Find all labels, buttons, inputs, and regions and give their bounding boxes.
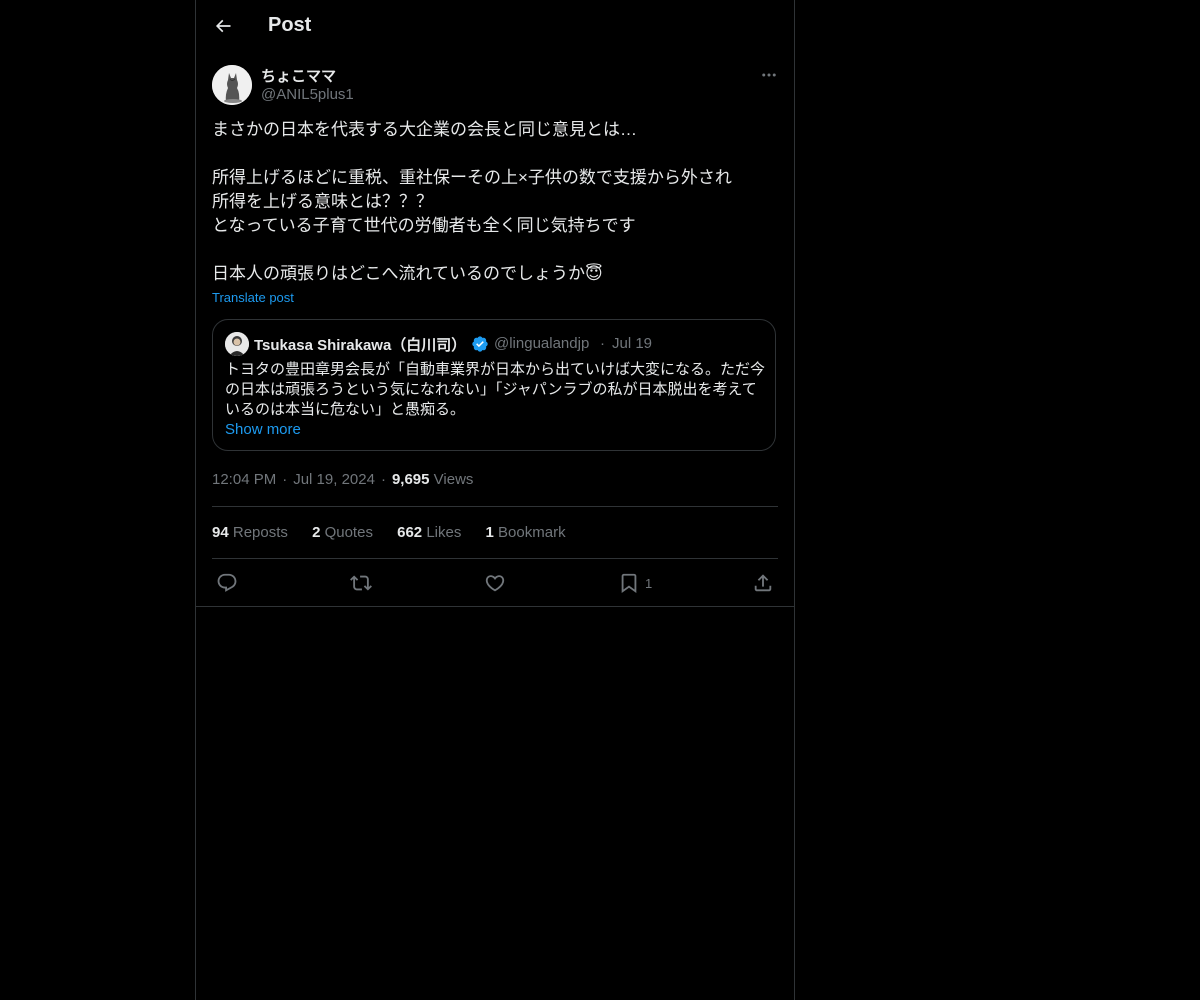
arrow-left-icon bbox=[215, 19, 231, 33]
post-text-line: まさかの日本を代表する大企業の会長と同じ意見とは… bbox=[212, 120, 637, 139]
post-text-line bbox=[212, 142, 778, 166]
post-text: まさかの日本を代表する大企業の会長と同じ意見とは… 所得上げるほどに重税、重社保… bbox=[212, 118, 778, 286]
quote-separator: · bbox=[600, 335, 605, 352]
bookmark-button[interactable]: 1 bbox=[618, 570, 652, 596]
main-column: Post ちょこママ @ANIL5plus1 まさかの日本を代表する大企業の会長… bbox=[195, 0, 795, 1000]
person-avatar-image bbox=[225, 332, 249, 356]
like-button[interactable] bbox=[484, 570, 506, 596]
repost-icon bbox=[350, 575, 372, 591]
bookmarks-label: Bookmark bbox=[498, 524, 566, 541]
quotes-stat[interactable]: 2 Quotes bbox=[312, 524, 373, 541]
translate-post-link[interactable]: Translate post bbox=[212, 290, 294, 305]
cat-statue-avatar-image bbox=[212, 65, 252, 105]
top-bar: Post bbox=[196, 0, 794, 53]
repost-button[interactable] bbox=[350, 570, 372, 596]
more-horizontal-icon bbox=[762, 73, 776, 77]
quote-author-handle: @lingualandjp bbox=[494, 335, 590, 352]
post-text-line: となっている子育て世代の労働者も全く同じ気持ちです bbox=[212, 216, 636, 235]
post-text-line: 日本人の頑張りはどこへ流れているのでしょうか😇 bbox=[212, 264, 603, 283]
page-title: Post bbox=[268, 14, 312, 36]
quoted-post[interactable]: Tsukasa Shirakawa（白川司） @lingualandjp · J… bbox=[212, 319, 776, 451]
heart-icon bbox=[485, 575, 505, 592]
divider bbox=[212, 506, 778, 507]
engagement-stats: 94 Reposts 2 Quotes 662 Likes 1 Bookmark bbox=[212, 524, 586, 541]
post-text-line: 所得を上げる意味とは？？？ bbox=[212, 192, 433, 211]
post-time[interactable]: 12:04 PM bbox=[212, 471, 276, 488]
verified-badge-icon bbox=[472, 336, 488, 352]
quote-author-name: Tsukasa Shirakawa（白川司） bbox=[254, 337, 467, 354]
author-handle[interactable]: @ANIL5plus1 bbox=[261, 86, 354, 103]
likes-count: 662 bbox=[397, 524, 423, 541]
reply-button[interactable] bbox=[216, 570, 238, 596]
quote-text: トヨタの豊田章男会長が「自動車業界が日本から出ていけば大変になる。ただ今 の日本… bbox=[225, 360, 767, 420]
quote-avatar bbox=[225, 332, 249, 356]
likes-stat[interactable]: 662 Likes bbox=[397, 524, 461, 541]
reposts-stat[interactable]: 94 Reposts bbox=[212, 524, 288, 541]
divider bbox=[196, 606, 794, 607]
reposts-count: 94 bbox=[212, 524, 229, 541]
quote-text-line: トヨタの豊田章男会長が「自動車業界が日本から出ていけば大変になる。ただ今 bbox=[225, 361, 766, 378]
views-count: 9,695 bbox=[391, 471, 430, 488]
bookmarks-count: 1 bbox=[485, 524, 494, 541]
quotes-label: Quotes bbox=[324, 524, 373, 541]
author-display-name[interactable]: ちょこママ bbox=[261, 65, 336, 86]
share-button[interactable] bbox=[752, 570, 774, 596]
divider bbox=[212, 558, 778, 559]
meta-separator: · bbox=[282, 471, 288, 488]
quote-text-line: いるのは本当に危ない」と愚痴る。 bbox=[225, 401, 466, 418]
share-icon bbox=[754, 574, 772, 592]
views-label: Views bbox=[433, 471, 474, 488]
post-metadata: 12:04 PM · Jul 19, 2024 · 9,695 Views bbox=[212, 471, 473, 488]
bookmark-icon bbox=[621, 573, 637, 594]
meta-separator: · bbox=[380, 471, 386, 488]
reposts-label: Reposts bbox=[232, 524, 288, 541]
post-text-line: 所得上げるほどに重税、重社保ーその上×子供の数で支援から外され bbox=[212, 168, 732, 187]
quotes-count: 2 bbox=[312, 524, 321, 541]
post-text-line bbox=[212, 238, 778, 262]
quote-text-line: の日本は頑張ろうという気になれない」「ジャパンラブの私が日本脱出を考えて bbox=[225, 381, 757, 398]
action-bar: 1 bbox=[196, 566, 794, 600]
quote-date: Jul 19 bbox=[612, 335, 653, 352]
show-more-link[interactable]: Show more bbox=[225, 421, 301, 438]
avatar[interactable] bbox=[212, 65, 252, 105]
bookmark-count: 1 bbox=[645, 575, 653, 591]
more-options-button[interactable] bbox=[758, 66, 780, 84]
likes-label: Likes bbox=[426, 524, 462, 541]
post-date[interactable]: Jul 19, 2024 bbox=[293, 471, 375, 488]
reply-icon bbox=[217, 573, 237, 592]
bookmarks-stat[interactable]: 1 Bookmark bbox=[486, 524, 566, 541]
back-button[interactable] bbox=[210, 13, 236, 39]
